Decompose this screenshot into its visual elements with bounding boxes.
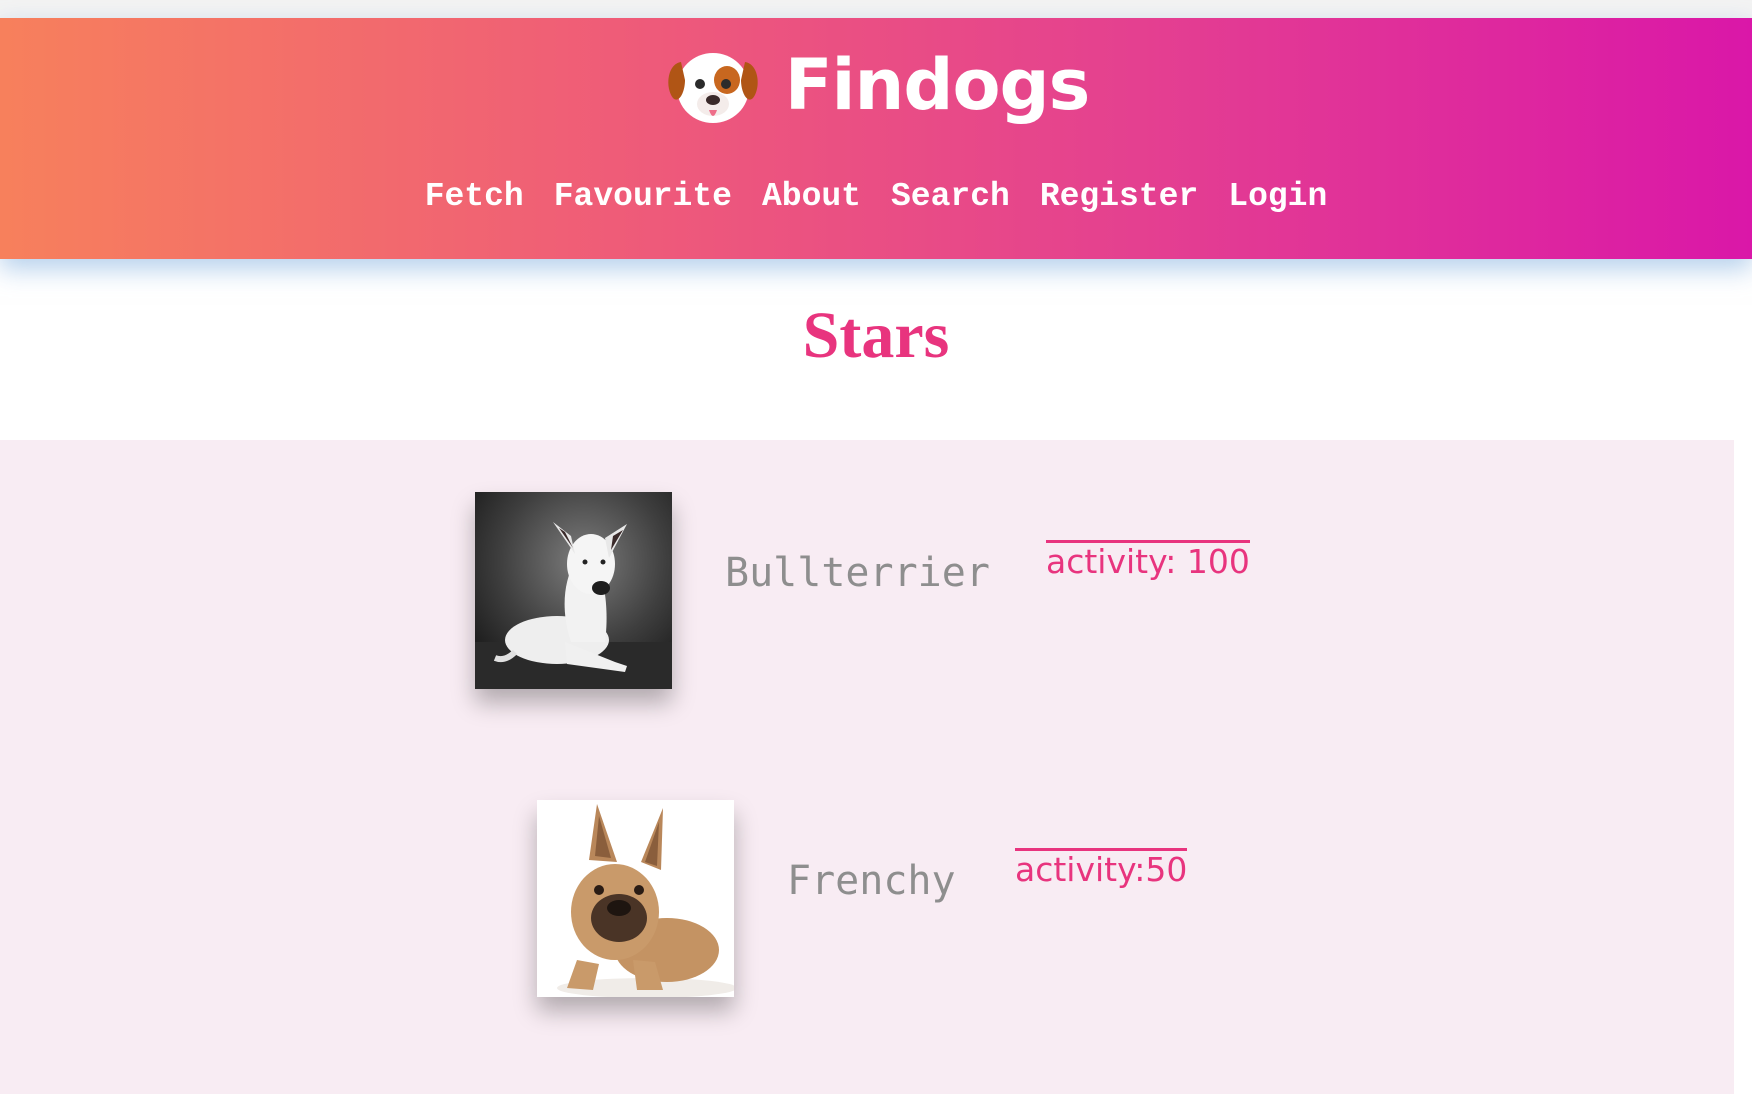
french-bulldog-photo[interactable] xyxy=(537,800,734,997)
brand-name: Findogs xyxy=(784,44,1091,126)
bullterrier-photo[interactable] xyxy=(475,492,672,689)
dog-name: Frenchy xyxy=(787,858,956,904)
browser-top-strip xyxy=(0,0,1752,18)
nav-fetch[interactable]: Fetch xyxy=(425,178,524,215)
nav-search[interactable]: Search xyxy=(891,178,1010,215)
dog-list: Bullterrier activity: 100 Frenchy activi… xyxy=(0,440,1734,1094)
page-title: Stars xyxy=(802,299,950,372)
nav-register[interactable]: Register xyxy=(1040,178,1198,215)
nav-favourite[interactable]: Favourite xyxy=(554,178,732,215)
dog-face-icon xyxy=(668,53,758,123)
dog-activity: activity:50 xyxy=(1015,848,1188,889)
site-header: Findogs Fetch Favourite About Search Reg… xyxy=(0,18,1752,259)
main-nav: Fetch Favourite About Search Register Lo… xyxy=(0,178,1752,215)
dog-activity: activity: 100 xyxy=(1046,540,1250,581)
dog-card[interactable]: Frenchy activity:50 xyxy=(537,800,1237,997)
dog-card[interactable]: Bullterrier activity: 100 xyxy=(475,492,1250,689)
brand[interactable]: Findogs xyxy=(0,40,1752,130)
nav-login[interactable]: Login xyxy=(1228,178,1327,215)
page: Findogs Fetch Favourite About Search Reg… xyxy=(0,0,1752,1094)
dog-name: Bullterrier xyxy=(725,550,990,596)
nav-about[interactable]: About xyxy=(762,178,861,215)
